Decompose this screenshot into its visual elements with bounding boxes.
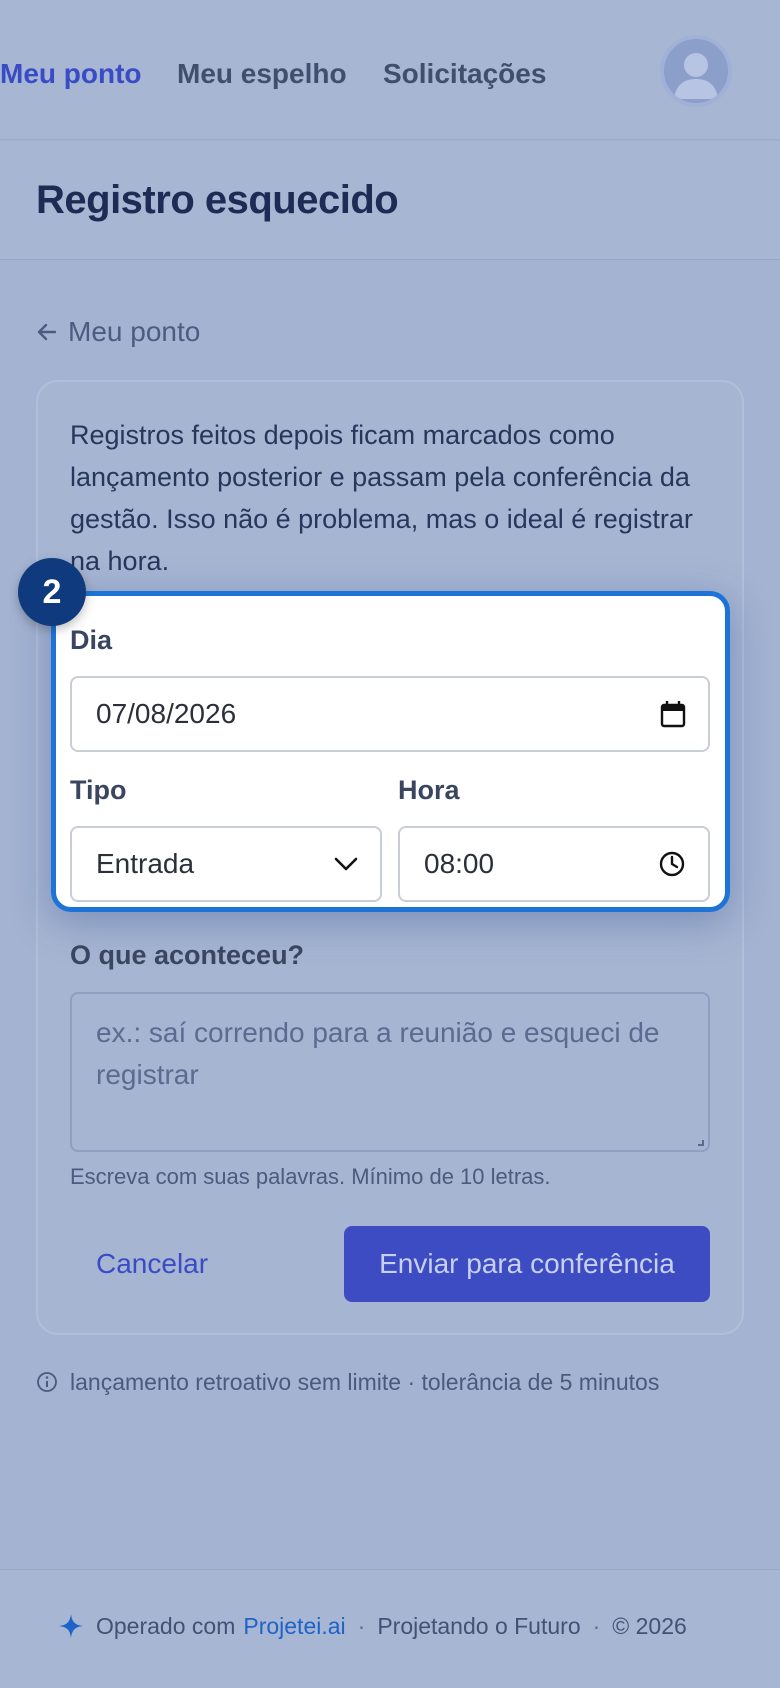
back-link[interactable]: Meu ponto [36,312,200,352]
footer-brand-link[interactable]: Projetei.ai [243,1613,345,1640]
footer-credits: Operado com Projetei.ai · Projetando o F… [58,1608,687,1644]
policy-text: lançamento retroativo sem limite · toler… [70,1368,660,1395]
date-value: 07/08/2026 [96,698,237,729]
policy-footnote: lançamento retroativo sem limite · toler… [36,1364,659,1400]
motivo-placeholder: ex.: saí correndo para a reunião e esque… [96,1017,660,1090]
cancel-button[interactable]: Cancelar [70,1226,240,1302]
motivo-textarea[interactable]: ex.: saí correndo para a reunião e esque… [70,992,710,1152]
nav-item-meu-espelho[interactable]: Meu espelho [177,56,347,92]
footer-copyright: © 2026 [612,1612,687,1639]
footer-prefix: Operado com [96,1612,236,1639]
resize-handle[interactable] [698,1140,704,1146]
date-input[interactable]: 07/08/2026 [70,676,710,752]
clock-icon[interactable] [658,850,686,878]
sparkle-icon [59,1614,83,1638]
avatar[interactable] [660,35,732,107]
footer-separator: · [357,1612,366,1639]
step-badge: 2 [18,558,86,626]
time-value: 08:00 [424,848,495,879]
tipo-value: Entrada [96,848,195,879]
hora-label: Hora [398,775,460,805]
footer-tagline: Projetando o Futuro [377,1612,581,1639]
time-input[interactable]: 08:00 [398,826,710,902]
submit-button[interactable]: Enviar para conferência [344,1226,710,1302]
page-title: Registro esquecido [36,178,399,222]
nav-item-meu-ponto[interactable]: Meu ponto [0,56,142,92]
calendar-icon[interactable] [660,700,686,728]
intro-text: Registros feitos depois ficam marcados c… [70,420,693,576]
back-link-label: Meu ponto [68,316,201,347]
arrow-left-icon [37,323,57,341]
info-icon [37,1372,57,1392]
tipo-select[interactable]: Entrada [70,826,382,902]
motivo-hint: Escreva com suas palavras. Mínimo de 10 … [70,1164,551,1189]
nav-item-solicitacoes[interactable]: Solicitações [383,56,546,92]
dia-label: Dia [70,625,113,655]
user-avatar-icon [674,53,718,99]
tipo-label: Tipo [70,775,127,805]
motivo-label: O que aconteceu? [70,940,305,970]
footer-separator: · [592,1612,601,1639]
chevron-down-icon [334,857,358,871]
